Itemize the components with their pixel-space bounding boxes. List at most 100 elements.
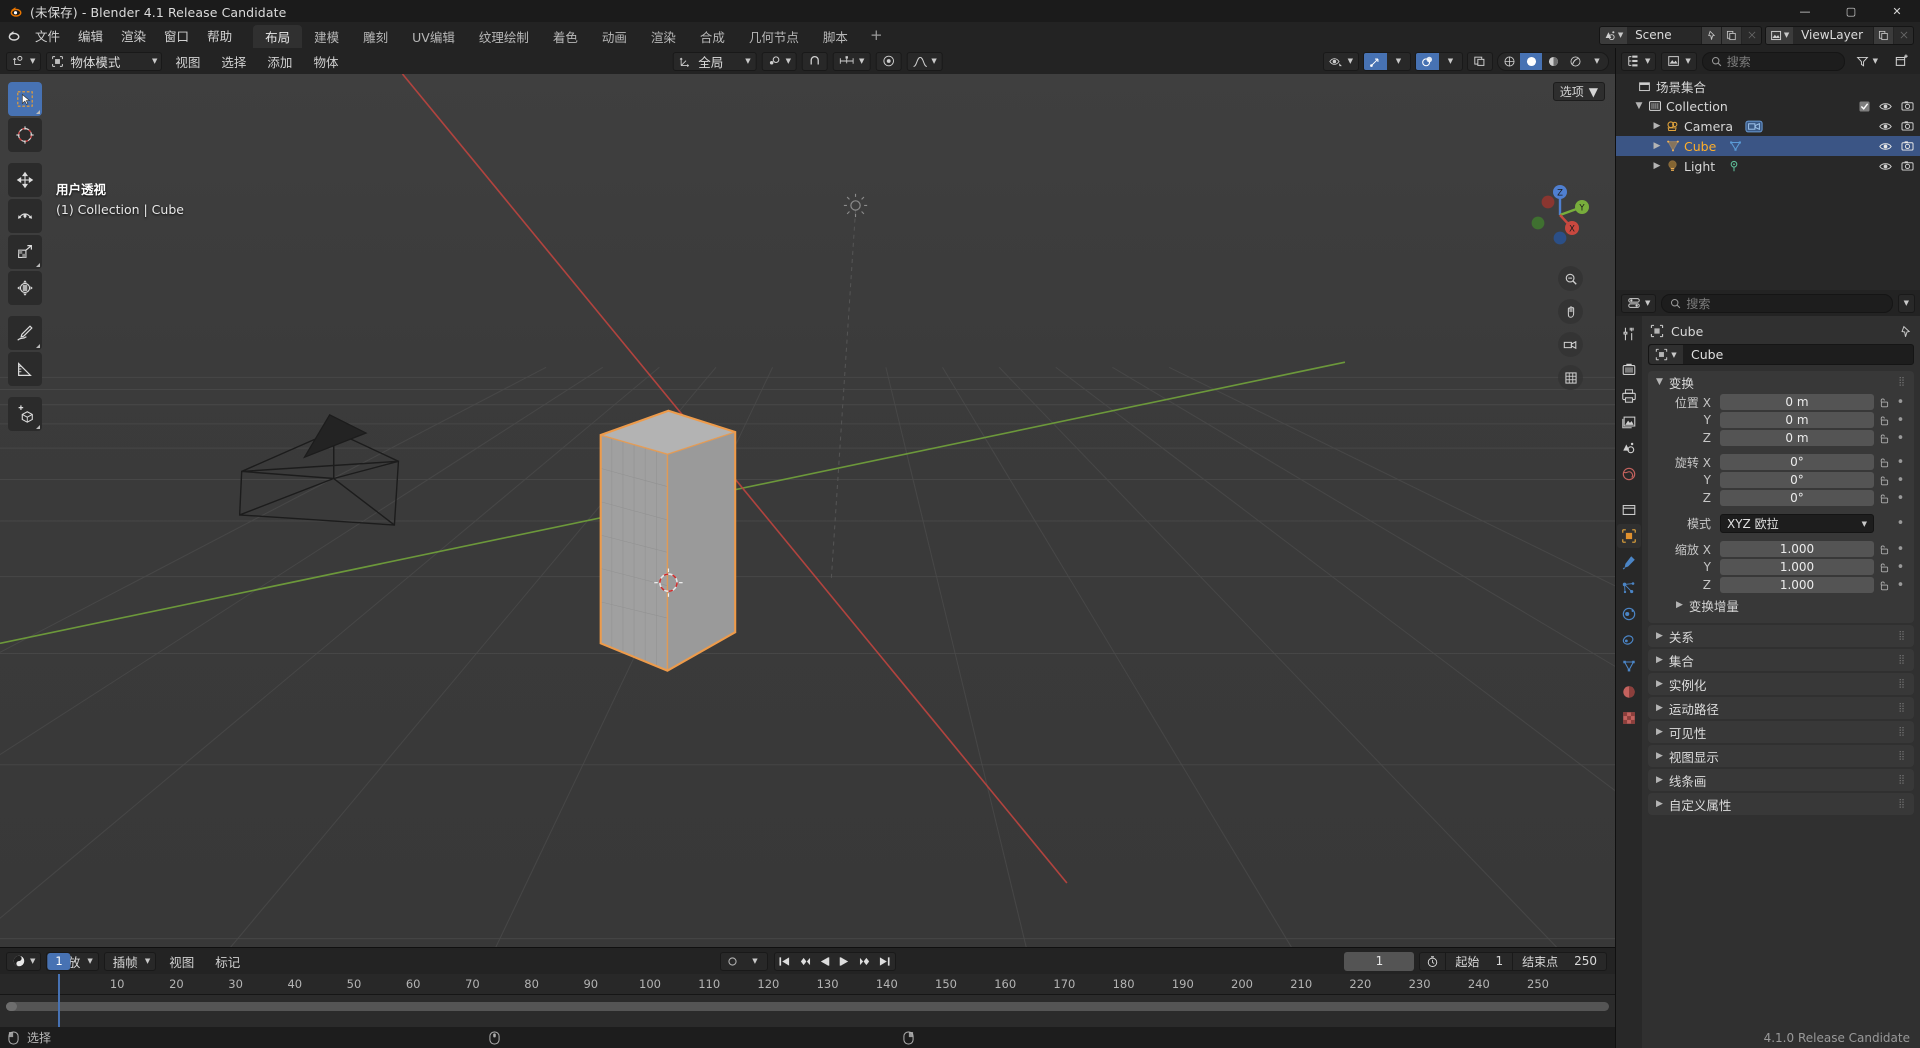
camera-render-icon[interactable] bbox=[1901, 140, 1914, 152]
workspace-tab-modeling[interactable]: 建模 bbox=[302, 25, 351, 48]
animate-dot-icon[interactable]: • bbox=[1895, 578, 1906, 593]
pin-scene-icon[interactable] bbox=[1701, 26, 1722, 44]
tool-transform[interactable] bbox=[8, 271, 42, 305]
expand-arrow-icon[interactable]: ▶ bbox=[1656, 727, 1663, 737]
collapse-arrow-icon[interactable]: ▼ bbox=[1656, 377, 1663, 387]
play-button[interactable] bbox=[835, 953, 855, 970]
shading-rendered-button[interactable] bbox=[1564, 53, 1586, 70]
workspace-tab-compositing[interactable]: 合成 bbox=[688, 25, 737, 48]
tab-viewlayer[interactable] bbox=[1617, 410, 1641, 434]
delete-scene-icon[interactable] bbox=[1741, 26, 1762, 44]
properties-options-button[interactable]: ▼ bbox=[1897, 293, 1915, 313]
show-gizmo-button[interactable] bbox=[1364, 52, 1387, 70]
outliner-row-camera[interactable]: ▶ Camera bbox=[1616, 116, 1920, 136]
menu-render[interactable]: 渲染 bbox=[112, 22, 155, 48]
animate-dot-icon[interactable]: • bbox=[1895, 560, 1906, 575]
rotation-mode-select[interactable]: XYZ 欧拉 ▼ bbox=[1720, 514, 1874, 533]
expand-arrow-icon[interactable]: ▶ bbox=[1656, 751, 1663, 761]
tab-collection[interactable] bbox=[1617, 498, 1641, 522]
timeline-scrollbar[interactable] bbox=[6, 1002, 1609, 1011]
object-name-value[interactable]: Cube bbox=[1683, 347, 1723, 362]
rotation-y-field[interactable]: 0° bbox=[1720, 472, 1874, 488]
mesh-data-icon[interactable] bbox=[1728, 139, 1743, 153]
camera-view-icon[interactable] bbox=[1558, 332, 1583, 357]
tab-scene[interactable] bbox=[1617, 436, 1641, 460]
panel-motion-paths[interactable]: ▶ 运动路径 ⣿ bbox=[1648, 697, 1914, 719]
prev-keyframe-button[interactable] bbox=[795, 953, 815, 970]
tab-constraints[interactable] bbox=[1617, 628, 1641, 652]
scene-name[interactable]: Scene bbox=[1627, 28, 1701, 42]
expand-arrow-icon[interactable]: ▶ bbox=[1656, 775, 1663, 785]
current-frame-field[interactable]: 1 bbox=[1344, 951, 1415, 971]
panel-transform-header[interactable]: ▼ 变换 ⣿ bbox=[1648, 371, 1914, 393]
animate-dot-icon[interactable]: • bbox=[1895, 431, 1906, 446]
tool-rotate[interactable] bbox=[8, 199, 42, 233]
tab-physics[interactable] bbox=[1617, 602, 1641, 626]
delete-viewlayer-icon[interactable] bbox=[1893, 26, 1913, 44]
maximize-button[interactable]: ▢ bbox=[1828, 0, 1874, 22]
expand-arrow-icon[interactable]: ▶ bbox=[1656, 679, 1663, 689]
expand-arrow-light[interactable]: ▶ bbox=[1650, 161, 1664, 171]
transform-orientation-selector[interactable]: 全局 ▼ bbox=[672, 51, 757, 71]
viewport-menu-object[interactable]: 物体 bbox=[305, 50, 346, 72]
location-z-field[interactable]: 0 m bbox=[1720, 430, 1874, 446]
location-y-field[interactable]: 0 m bbox=[1720, 412, 1874, 428]
object-type-icon[interactable]: ▼ bbox=[1649, 345, 1683, 364]
eye-icon[interactable] bbox=[1879, 161, 1892, 172]
animate-dot-icon[interactable]: • bbox=[1895, 516, 1906, 531]
outliner-filter-button[interactable]: ▼ bbox=[1850, 52, 1884, 71]
rotation-x-field[interactable]: 0° bbox=[1720, 454, 1874, 470]
tab-object-data[interactable] bbox=[1617, 654, 1641, 678]
camera-render-icon[interactable] bbox=[1901, 120, 1914, 132]
panel-relations[interactable]: ▶ 关系 ⣿ bbox=[1648, 625, 1914, 647]
tool-measure[interactable] bbox=[8, 352, 42, 386]
tab-tool[interactable] bbox=[1617, 322, 1641, 346]
camera-render-icon[interactable] bbox=[1901, 160, 1914, 172]
next-keyframe-button[interactable] bbox=[855, 953, 875, 970]
viewport-canvas[interactable] bbox=[0, 74, 1615, 947]
expand-arrow-icon[interactable]: ▶ bbox=[1656, 703, 1663, 713]
auto-keying-options-chevron[interactable]: ▼ bbox=[744, 953, 767, 970]
timeline-body[interactable]: 1 bbox=[0, 953, 1615, 1027]
toggle-orthographic-icon[interactable] bbox=[1558, 365, 1583, 390]
expand-arrow-collection[interactable]: ▼ bbox=[1632, 101, 1646, 111]
scene-icon[interactable]: ▼ bbox=[1600, 26, 1628, 44]
editor-type-button[interactable]: ▼ bbox=[6, 51, 42, 71]
workspace-tab-scripting[interactable]: 脚本 bbox=[811, 25, 860, 48]
viewport-menu-select[interactable]: 选择 bbox=[213, 50, 254, 72]
keying-menu[interactable]: 插帧 ▼ bbox=[103, 951, 157, 971]
viewport-menu-view[interactable]: 视图 bbox=[167, 50, 208, 72]
proportional-editing-button[interactable] bbox=[875, 51, 902, 71]
add-workspace-button[interactable]: + bbox=[860, 22, 893, 48]
expand-arrow-camera[interactable]: ▶ bbox=[1650, 121, 1664, 131]
animate-dot-icon[interactable]: • bbox=[1895, 491, 1906, 506]
jump-to-end-button[interactable] bbox=[875, 953, 895, 970]
interaction-mode-selector[interactable]: 物体模式 ▼ bbox=[46, 51, 163, 71]
shading-solid-button[interactable] bbox=[1520, 52, 1542, 70]
workspace-tab-layout[interactable]: 布局 bbox=[253, 25, 303, 48]
overlay-options-chevron[interactable]: ▼ bbox=[1439, 53, 1462, 70]
tab-modifiers[interactable] bbox=[1617, 550, 1641, 574]
eye-icon[interactable] bbox=[1879, 101, 1892, 112]
visibility-selector[interactable]: ▼ bbox=[1322, 51, 1359, 71]
tool-tweak-select[interactable] bbox=[8, 82, 42, 116]
camera-render-icon[interactable] bbox=[1901, 100, 1914, 112]
panel-line-art[interactable]: ▶ 线条画 ⣿ bbox=[1648, 769, 1914, 791]
gizmo-options-chevron[interactable]: ▼ bbox=[1387, 53, 1410, 70]
timeline-ruler[interactable]: 10 20 30 40 50 60 70 80 90 100 110 120 130 140 150 160 1… bbox=[0, 974, 1615, 995]
timeline-scrollbar-knob[interactable] bbox=[6, 1002, 17, 1011]
outliner-row-collection[interactable]: ▼ Collection bbox=[1616, 96, 1920, 116]
outliner-row-cube[interactable]: ▶ Cube bbox=[1616, 136, 1920, 156]
animate-dot-icon[interactable]: • bbox=[1895, 413, 1906, 428]
viewport-menu-add[interactable]: 添加 bbox=[259, 50, 300, 72]
close-button[interactable]: ✕ bbox=[1874, 0, 1920, 22]
viewlayer-selector[interactable]: ▼ ViewLayer bbox=[1765, 25, 1914, 45]
outliner-row-scene-collection[interactable]: 场景集合 bbox=[1616, 76, 1920, 96]
minimize-button[interactable]: — bbox=[1782, 0, 1828, 22]
animate-dot-icon[interactable]: • bbox=[1895, 542, 1906, 557]
lock-icon[interactable] bbox=[1878, 475, 1891, 486]
scale-y-field[interactable]: 1.000 bbox=[1720, 559, 1874, 575]
outliner-display-mode-button[interactable]: ▼ bbox=[1661, 51, 1697, 71]
collection-checkbox[interactable] bbox=[1859, 100, 1870, 112]
eye-icon[interactable] bbox=[1879, 141, 1892, 152]
